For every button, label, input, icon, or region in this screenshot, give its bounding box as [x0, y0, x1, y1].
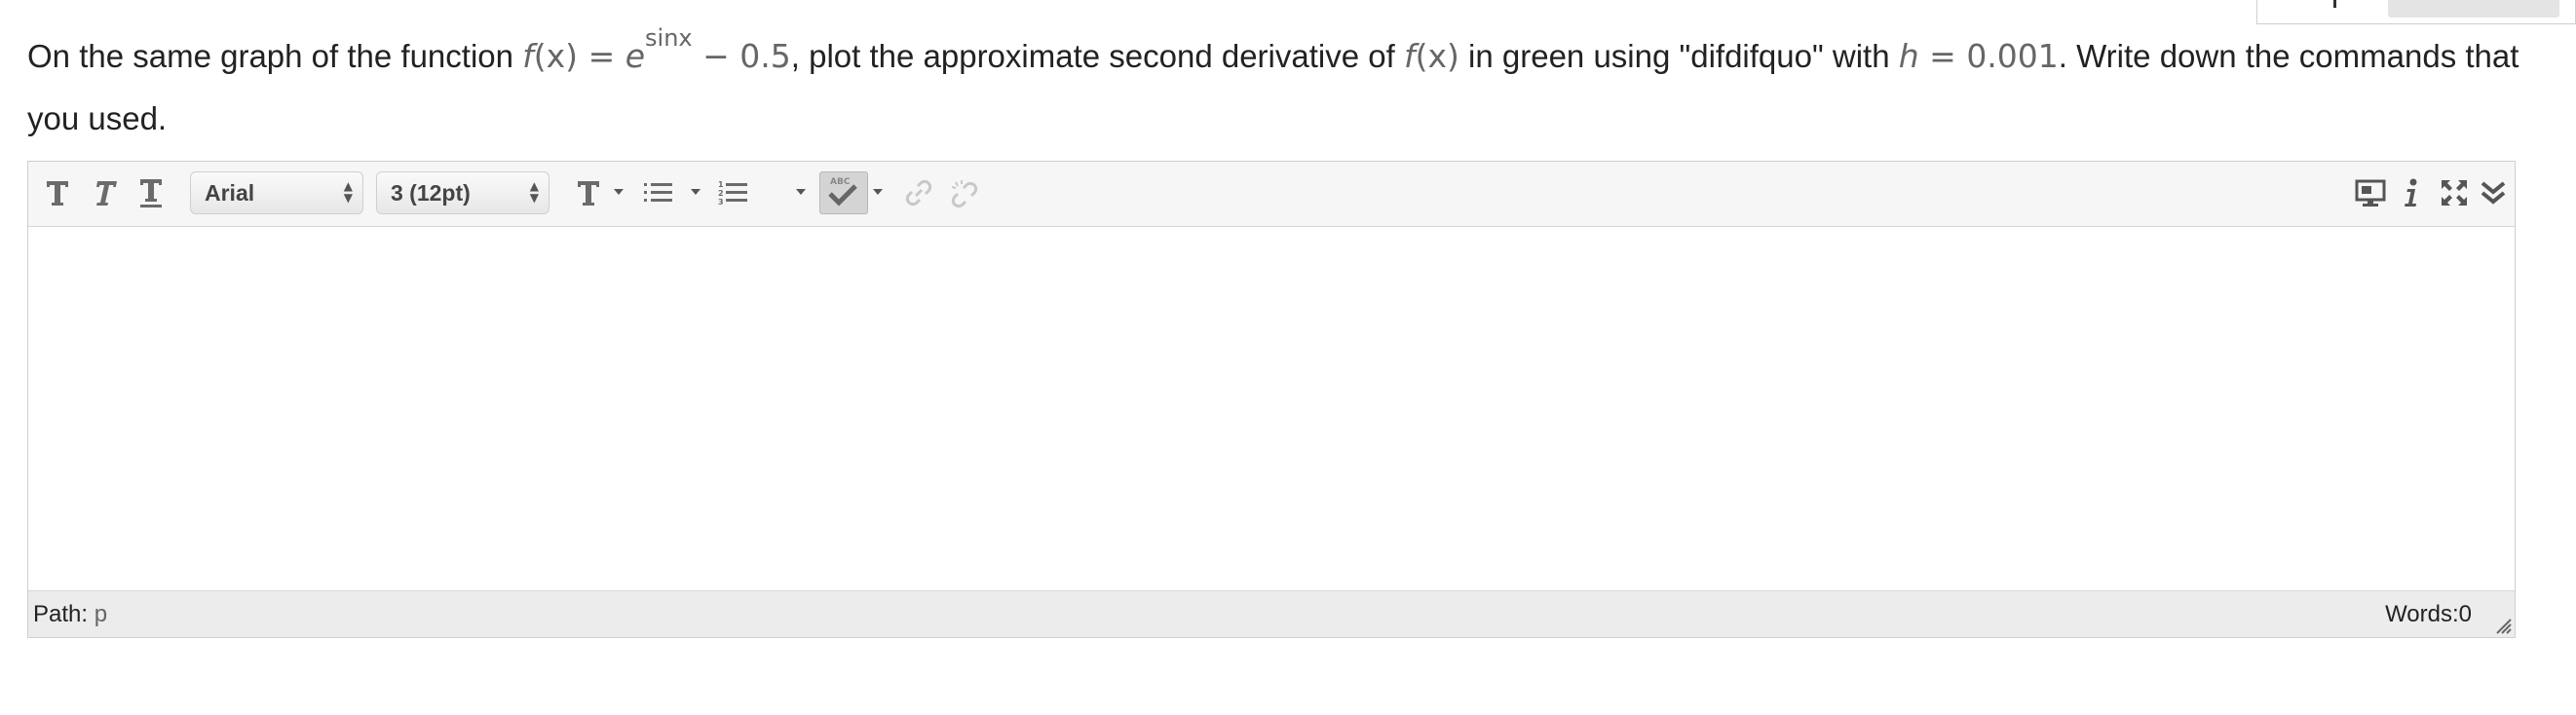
top-right-button[interactable] [2388, 0, 2559, 18]
question-part3: in green using "difdifquo" with [1458, 38, 1899, 74]
question-part2: , plot the approximate second derivative… [790, 38, 1404, 74]
page: On the same graph of the function f(x) =… [0, 0, 2576, 715]
font-size-value: 3 (12pt) [391, 179, 471, 206]
h-equals: = [1929, 37, 1956, 75]
function-arg-2: (x) [1415, 37, 1459, 75]
bold-icon [47, 181, 68, 206]
path-label: Path: [33, 601, 95, 627]
function-fx-2: f(x) [1404, 37, 1459, 75]
italic-icon [96, 181, 117, 206]
h-var: h [1898, 37, 1919, 75]
function-f: f [522, 37, 534, 75]
euler-e: e [625, 37, 646, 75]
text-color-icon [578, 181, 599, 206]
underline-icon [140, 179, 162, 207]
svg-text:ABC: ABC [830, 177, 851, 187]
path-value[interactable]: p [95, 601, 107, 627]
font-size-select[interactable]: 3 (12pt) ▲ ▼ [376, 171, 549, 214]
collapse-toolbar-button[interactable] [2476, 171, 2511, 214]
info-button[interactable] [2394, 171, 2429, 214]
double-chevron-down-icon [2481, 181, 2506, 205]
path-indicator: Path: p [33, 601, 107, 628]
exponent-sinx: sinx [645, 24, 693, 52]
preview-button[interactable] [2351, 171, 2390, 214]
chevron-down-icon[interactable] [796, 189, 806, 195]
rich-text-editor: Arial ▲ ▼ 3 (12pt) ▲ ▼ 1 2 3 ABC Path: p… [27, 161, 2516, 638]
question-part1: On the same graph of the function [27, 38, 523, 74]
unlink-icon [951, 180, 978, 207]
chevron-down-icon[interactable] [873, 189, 883, 195]
editor-toolbar: Arial ▲ ▼ 3 (12pt) ▲ ▼ 1 2 3 ABC [28, 162, 2515, 227]
underline-button[interactable] [133, 171, 169, 214]
numbered-list-button[interactable]: 1 2 3 [712, 171, 755, 214]
select-arrows-icon: ▲ ▼ [529, 179, 539, 205]
function-fx: f(x) = esinx − 0.5 [522, 26, 791, 75]
editor-statusbar: Path: p Words:0 [28, 590, 2515, 637]
fullscreen-button[interactable] [2437, 171, 2472, 214]
svg-text:2: 2 [718, 189, 724, 198]
chevron-down-icon[interactable] [691, 189, 701, 195]
italic-button[interactable] [87, 171, 122, 214]
question-text: On the same graph of the function f(x) =… [27, 25, 2551, 150]
font-family-value: Arial [205, 179, 255, 206]
select-arrows-icon: ▲ ▼ [343, 179, 353, 205]
svg-text:3: 3 [718, 198, 724, 207]
expand-icon [2442, 180, 2467, 206]
text-color-button[interactable] [564, 171, 613, 214]
link-icon [905, 179, 932, 207]
bullet-list-button[interactable] [637, 171, 680, 214]
font-family-select[interactable]: Arial ▲ ▼ [190, 171, 363, 214]
chevron-down-icon[interactable] [614, 189, 624, 195]
spellcheck-icon: ABC [828, 177, 857, 207]
resize-handle-icon[interactable] [2491, 614, 2513, 635]
corner-mark [2333, 0, 2342, 8]
word-count: Words:0 [2385, 601, 2472, 627]
top-right-widget [2256, 0, 2576, 24]
h-expression: h = 0.001 [1899, 37, 2059, 75]
spellcheck-button[interactable]: ABC [819, 171, 868, 214]
info-icon [2405, 178, 2417, 207]
function-arg: (x) [533, 37, 579, 75]
h-value: 0.001 [1966, 37, 2059, 75]
insert-link-button[interactable] [900, 171, 937, 214]
minus-constant: − 0.5 [702, 37, 791, 75]
equals-sign: = [587, 37, 616, 75]
unlink-button[interactable] [944, 171, 987, 214]
numbered-list-icon: 1 2 3 [718, 180, 747, 207]
function-f-2: f [1403, 37, 1416, 75]
svg-text:1: 1 [718, 180, 724, 189]
editor-content-area[interactable] [28, 227, 2515, 590]
bold-button[interactable] [40, 171, 75, 214]
monitor-icon [2355, 179, 2386, 207]
bullet-list-icon [644, 183, 672, 202]
